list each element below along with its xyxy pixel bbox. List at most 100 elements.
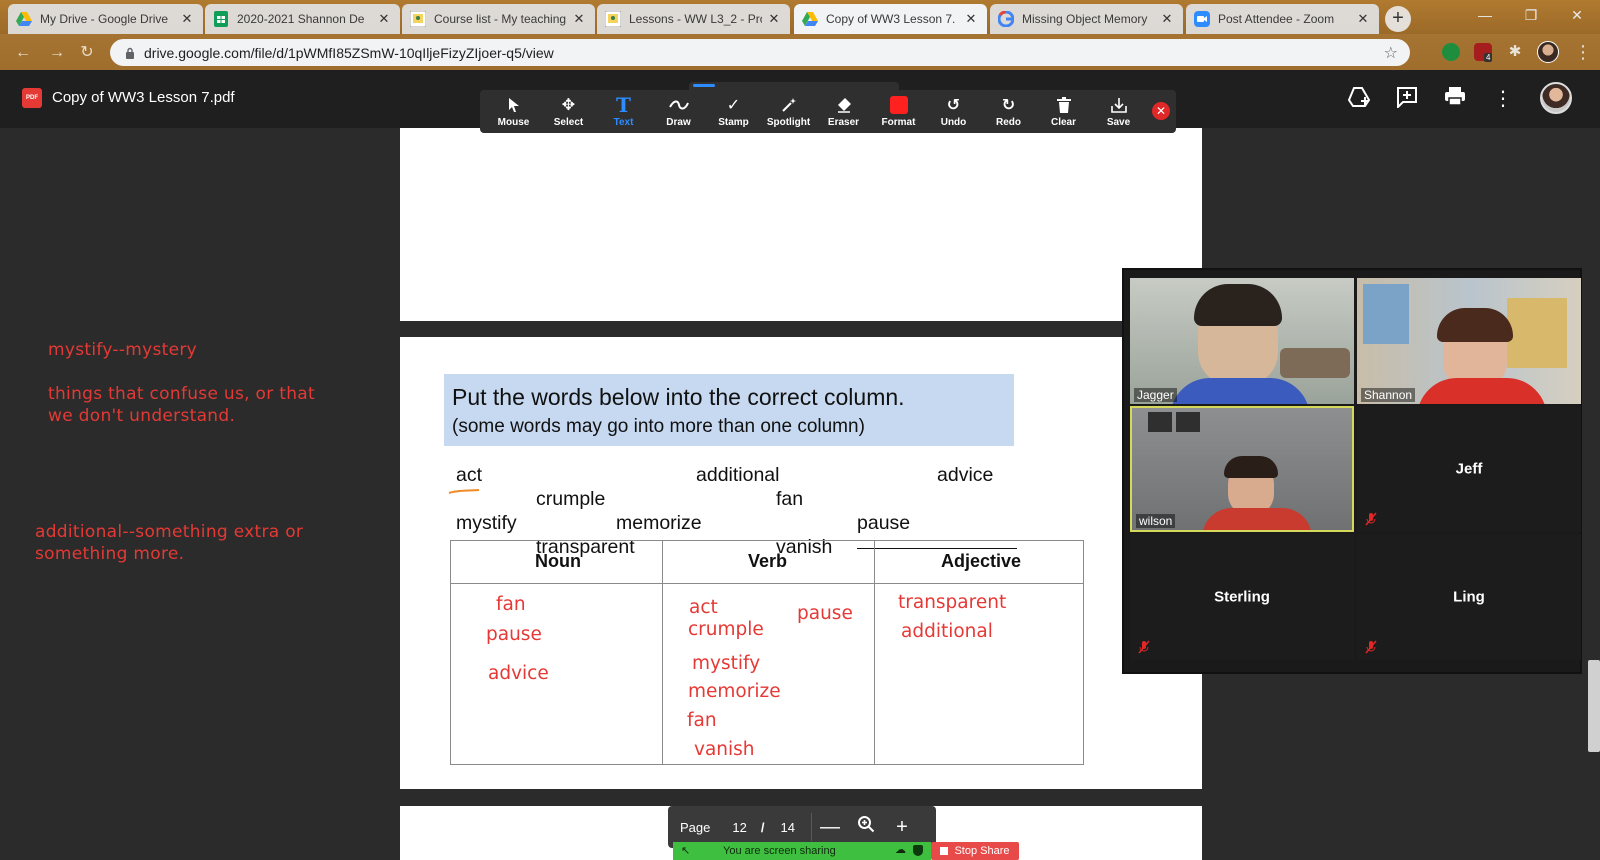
- browser-menu-icon[interactable]: ⋮: [1574, 41, 1592, 63]
- tool-label: Format: [881, 117, 916, 128]
- page-scrollbar[interactable]: [1588, 660, 1600, 752]
- page-number-input[interactable]: 12: [732, 820, 746, 835]
- redo-icon: ↻: [1001, 97, 1016, 114]
- video-hair: [1437, 308, 1513, 342]
- tool-save[interactable]: Save: [1091, 90, 1146, 133]
- screen-sharing-status: You are screen sharing: [723, 845, 836, 857]
- account-avatar[interactable]: [1540, 82, 1572, 114]
- participant-name: Jeff: [1455, 460, 1483, 478]
- participant-name: wilson: [1136, 514, 1176, 528]
- answer-adjective: additional: [901, 621, 993, 642]
- video-shirt: [1170, 378, 1310, 404]
- minimize-icon[interactable]: —: [1462, 0, 1508, 30]
- extension-ublock-icon[interactable]: 4: [1474, 43, 1493, 62]
- back-icon[interactable]: ←: [12, 42, 34, 64]
- profile-avatar[interactable]: [1537, 41, 1559, 63]
- zoom-in-button[interactable]: +: [884, 816, 920, 839]
- google-sheets-icon: [213, 11, 229, 27]
- tool-eraser[interactable]: Eraser: [816, 90, 871, 133]
- tool-clear[interactable]: Clear: [1036, 90, 1091, 133]
- tool-mouse[interactable]: Mouse: [486, 90, 541, 133]
- tab-label: My Drive - Google Drive: [40, 12, 169, 26]
- stop-share-button[interactable]: Stop Share: [931, 842, 1019, 860]
- browser-tabstrip: My Drive - Google Drive ✕ 2020-2021 Shan…: [0, 0, 1600, 34]
- wand-icon: [781, 95, 797, 115]
- close-tab-icon[interactable]: ✕: [1159, 11, 1175, 27]
- close-tab-icon[interactable]: ✕: [766, 11, 782, 27]
- note-additional-line1: additional--something extra or: [35, 522, 304, 542]
- more-vert-icon[interactable]: ⋮: [1490, 86, 1516, 112]
- tab-course-list[interactable]: Course list - My teaching ✕: [402, 4, 595, 34]
- print-icon[interactable]: [1442, 86, 1468, 112]
- word-memorize: memorize: [616, 512, 702, 534]
- squiggle-icon: [668, 95, 689, 115]
- address-bar[interactable]: drive.google.com/file/d/1pWMfI85ZSmW-10q…: [110, 39, 1410, 66]
- close-tab-icon[interactable]: ✕: [179, 11, 195, 27]
- tab-lessons[interactable]: Lessons - WW L3_2 - Pro ✕: [597, 4, 790, 34]
- bookmark-star-icon[interactable]: ☆: [1384, 43, 1398, 63]
- close-window-icon[interactable]: ✕: [1554, 0, 1600, 30]
- table-divider: [874, 541, 875, 764]
- zoom-out-button[interactable]: —: [812, 816, 848, 839]
- stop-icon: [940, 847, 949, 855]
- answer-adjective: transparent: [898, 592, 1007, 613]
- tool-label: Stamp: [718, 117, 749, 128]
- video-shirt: [1202, 508, 1312, 530]
- close-tab-icon[interactable]: ✕: [963, 11, 979, 27]
- close-annotation-icon[interactable]: ✕: [1152, 102, 1170, 120]
- close-tab-icon[interactable]: ✕: [1355, 11, 1371, 27]
- participant-tile-jeff[interactable]: Jeff: [1357, 406, 1581, 532]
- file-title: Copy of WW3 Lesson 7.pdf: [52, 89, 235, 106]
- undo-icon: ↺: [946, 97, 961, 114]
- share-arrow-icon: ↖: [681, 845, 691, 857]
- tool-redo[interactable]: ↻ Redo: [981, 90, 1036, 133]
- close-tab-icon[interactable]: ✕: [376, 11, 392, 27]
- tool-stamp[interactable]: ✓ Stamp: [706, 90, 761, 133]
- screen-sharing-banner: ↖ You are screen sharing ☁: [673, 842, 931, 860]
- tool-undo[interactable]: ↺ Undo: [926, 90, 981, 133]
- tool-spotlight[interactable]: Spotlight: [761, 90, 816, 133]
- participant-tile-jagger[interactable]: Jagger: [1130, 278, 1354, 404]
- video-frame: [1148, 412, 1172, 432]
- zoom-icon: [1194, 11, 1210, 27]
- word-crumple: crumple: [536, 488, 606, 510]
- tool-draw[interactable]: Draw: [651, 90, 706, 133]
- lock-icon: [126, 47, 134, 59]
- text-icon: T: [616, 93, 631, 117]
- tool-format[interactable]: Format: [871, 90, 926, 133]
- tab-current-pdf[interactable]: Copy of WW3 Lesson 7. ✕: [794, 4, 987, 34]
- participant-tile-ling[interactable]: Ling: [1357, 534, 1581, 660]
- tab-label: 2020-2021 Shannon De: [237, 12, 365, 26]
- close-tab-icon[interactable]: ✕: [571, 11, 587, 27]
- tab-my-drive[interactable]: My Drive - Google Drive ✕: [8, 4, 203, 34]
- word-act: act: [456, 464, 483, 486]
- trash-icon: [1056, 95, 1071, 115]
- tool-label: Eraser: [827, 117, 860, 128]
- tab-missing-object[interactable]: Missing Object Memory ✕: [990, 4, 1183, 34]
- participant-tile-shannon[interactable]: Shannon: [1357, 278, 1581, 404]
- tab-sheets[interactable]: 2020-2021 Shannon De ✕: [205, 4, 400, 34]
- tool-text[interactable]: T Text: [596, 90, 651, 133]
- reload-icon[interactable]: ↻: [76, 42, 98, 64]
- tool-label: Spotlight: [766, 117, 811, 128]
- extensions-puzzle-icon[interactable]: ✱: [1506, 43, 1524, 61]
- video-hair: [1194, 284, 1282, 326]
- participant-tile-wilson[interactable]: wilson: [1130, 406, 1354, 532]
- word-mystify: mystify: [456, 512, 517, 534]
- answer-noun: fan: [496, 594, 526, 615]
- tab-zoom[interactable]: Post Attendee - Zoom ✕: [1186, 4, 1379, 34]
- tab-label: Missing Object Memory: [1022, 12, 1148, 26]
- new-tab-button[interactable]: +: [1385, 6, 1411, 32]
- answer-verb: vanish: [694, 739, 755, 760]
- add-to-drive-icon[interactable]: [1346, 86, 1372, 112]
- forward-icon[interactable]: →: [46, 42, 68, 64]
- zoom-icon[interactable]: [848, 815, 884, 839]
- restore-icon[interactable]: ❐: [1508, 0, 1554, 30]
- orange-underline-mark: [448, 489, 480, 494]
- tool-select[interactable]: ✥ Select: [541, 90, 596, 133]
- annotation-toolbar-handle[interactable]: [689, 82, 899, 90]
- add-comment-icon[interactable]: [1394, 86, 1420, 112]
- zoom-gallery: Jagger Shannon wilson Jeff Sterling Ling: [1122, 268, 1582, 674]
- participant-tile-sterling[interactable]: Sterling: [1130, 534, 1354, 660]
- extension-chat-icon[interactable]: [1442, 43, 1460, 61]
